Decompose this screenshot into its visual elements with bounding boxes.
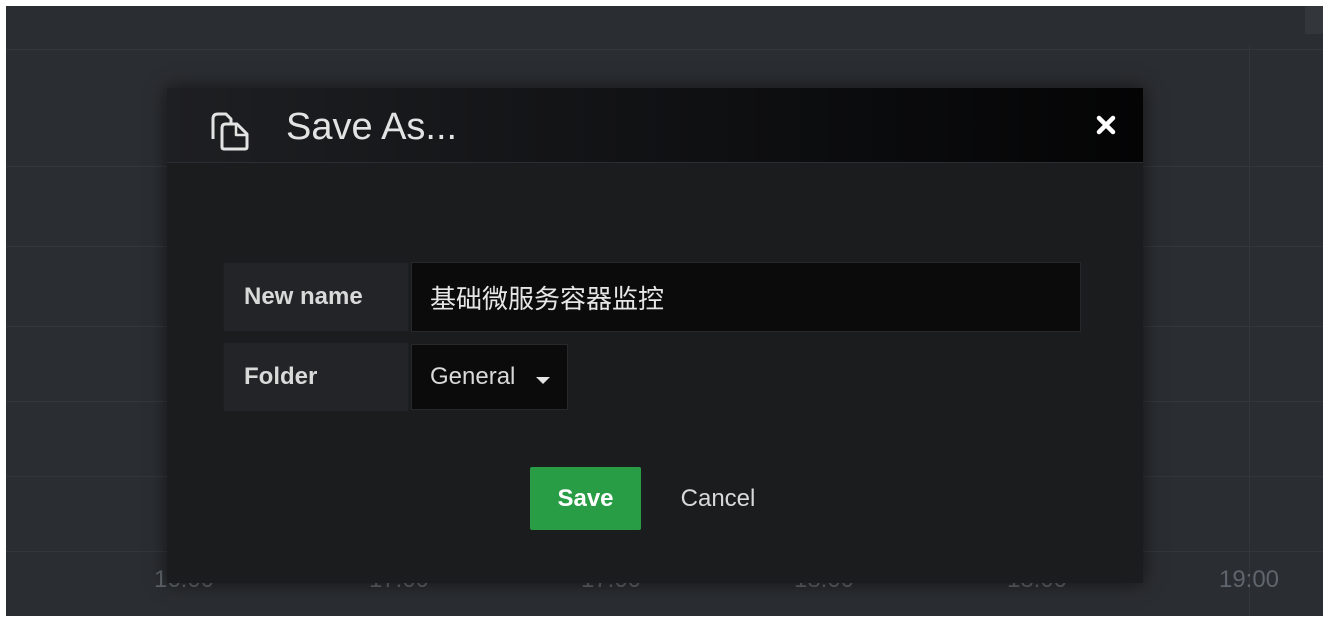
cancel-button[interactable]: Cancel xyxy=(663,467,773,530)
close-icon[interactable] xyxy=(1091,110,1121,140)
modal-header: Save As... xyxy=(167,88,1143,163)
new-name-input[interactable] xyxy=(411,262,1081,332)
caret-down-icon xyxy=(536,377,550,384)
folder-label: Folder xyxy=(223,342,409,412)
corner-block xyxy=(1305,6,1323,34)
save-button[interactable]: Save xyxy=(530,467,641,530)
modal-title: Save As... xyxy=(286,106,458,148)
x-axis-label: 19:00 xyxy=(1218,566,1280,593)
folder-select-value: General xyxy=(430,363,516,390)
save-as-modal: Save As... New name Folder General Save … xyxy=(167,88,1143,583)
new-name-label: New name xyxy=(223,262,409,332)
grid-line xyxy=(1249,46,1250,616)
grid-line xyxy=(6,49,1323,50)
copy-icon xyxy=(211,112,249,151)
folder-select[interactable]: General xyxy=(411,344,568,410)
